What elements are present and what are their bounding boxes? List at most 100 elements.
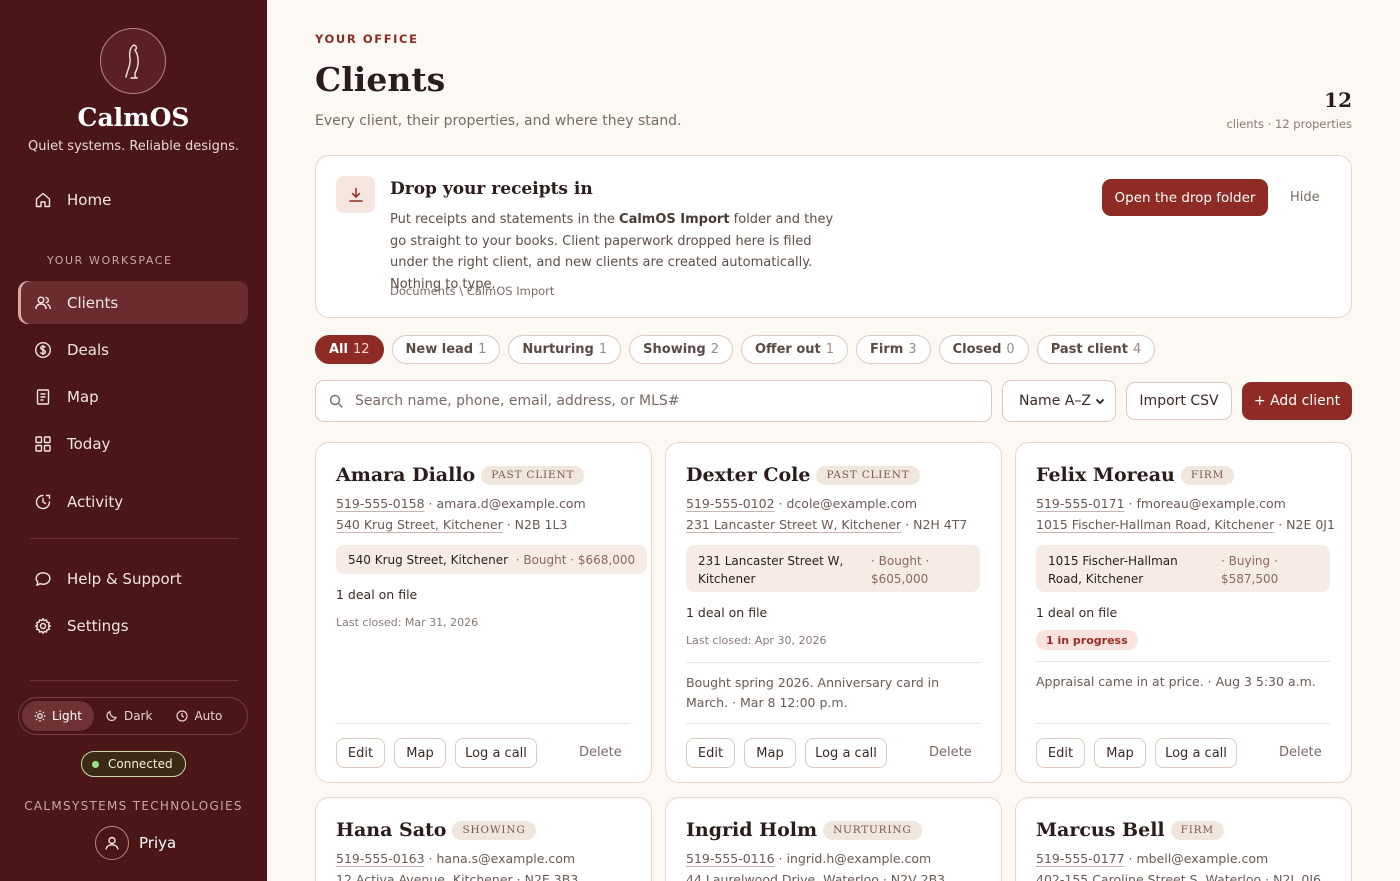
add-client-button[interactable]: + Add client	[1242, 382, 1352, 420]
sidebar-divider	[30, 680, 238, 681]
client-phone-link[interactable]: 519-555-0163	[336, 851, 425, 866]
client-address-link[interactable]: 12 Activa Avenue, Kitchener	[336, 872, 513, 881]
status-label: Connected	[108, 757, 173, 771]
nav-deals[interactable]: Deals	[18, 328, 248, 371]
property-pill[interactable]: 1015 Fischer-Hallman Road, Kitchener · Bu…	[1036, 545, 1330, 592]
filter-showing[interactable]: Showing 2	[629, 335, 733, 364]
home-icon	[34, 191, 52, 209]
theme-auto-button[interactable]: Auto	[164, 701, 234, 731]
page-title: Clients	[315, 60, 446, 99]
theme-dark-button[interactable]: Dark	[94, 701, 164, 731]
open-drop-folder-button[interactable]: Open the drop folder	[1102, 179, 1268, 216]
client-name: Marcus Bell	[1036, 819, 1165, 841]
filter-firm[interactable]: Firm 3	[856, 335, 931, 364]
client-card: Amara Diallo PAST CLIENT 519-555-0158 · a…	[315, 442, 652, 783]
user-menu[interactable]: Priya	[95, 826, 176, 860]
filter-offer-out[interactable]: Offer out 1	[741, 335, 849, 364]
avatar	[95, 826, 129, 860]
client-name: Felix Moreau	[1036, 464, 1175, 486]
grid-icon	[34, 435, 52, 453]
client-postal: N2V 2B3	[890, 872, 946, 881]
property-pill[interactable]: 540 Krug Street, Kitchener · Bought · $6…	[336, 545, 648, 574]
deal-count: 1 deal on file	[686, 605, 768, 620]
client-phone-link[interactable]: 519-555-0116	[686, 851, 775, 866]
client-name: Dexter Cole	[686, 464, 811, 486]
filter-all[interactable]: All 12	[315, 335, 384, 364]
nav-today[interactable]: Today	[18, 422, 248, 465]
theme-toggle: Light Dark Auto	[18, 697, 248, 735]
import-csv-button[interactable]: Import CSV	[1126, 382, 1232, 420]
client-postal: N2B 1L3	[514, 517, 568, 532]
client-postal: N2L 0J6	[1273, 872, 1321, 881]
client-email: hana.s@example.com	[436, 851, 576, 866]
clock-icon	[176, 710, 189, 722]
client-card: Dexter Cole PAST CLIENT 519-555-0102 · dc…	[665, 442, 1002, 783]
search-input[interactable]	[355, 393, 955, 409]
log-call-button[interactable]: Log a call	[1155, 738, 1237, 768]
filter-new-lead[interactable]: New lead 1	[391, 335, 501, 364]
users-icon	[34, 294, 52, 312]
filter-nurturing[interactable]: Nurturing 1	[508, 335, 622, 364]
sidebar-divider	[30, 538, 238, 539]
workspace-label: YOUR WORKSPACE	[47, 254, 173, 267]
edit-button[interactable]: Edit	[1036, 738, 1085, 768]
nav-help[interactable]: Help & Support	[18, 557, 248, 600]
status-badge: NURTURING	[823, 820, 922, 840]
brand-tagline: Quiet systems. Reliable designs.	[27, 139, 239, 154]
client-name: Hana Sato	[336, 819, 447, 841]
client-postal: N2H 4T7	[913, 517, 968, 532]
drop-folder-path: Documents \ CalmOS Import	[390, 284, 555, 298]
client-address-link[interactable]: 231 Lancaster Street W, Kitchener	[686, 517, 901, 532]
client-address-link[interactable]: 402-155 Caroline Street S, Waterloo	[1036, 872, 1261, 881]
drop-description: Put receipts and statements in the CalmO…	[390, 212, 834, 292]
edit-button[interactable]: Edit	[686, 738, 735, 768]
nav-home[interactable]: Home	[18, 178, 248, 221]
theme-light-button[interactable]: Light	[22, 701, 94, 731]
map-button[interactable]: Map	[744, 738, 796, 768]
map-button[interactable]: Map	[394, 738, 446, 768]
client-email: mbell@example.com	[1136, 851, 1269, 866]
latest-note: Bought spring 2026. Anniversary card in …	[686, 675, 940, 710]
client-address-link[interactable]: 540 Krug Street, Kitchener	[336, 517, 503, 532]
client-card: Marcus Bell FIRM 519-555-0177 · mbell@exa…	[1015, 797, 1352, 881]
client-phone-link[interactable]: 519-555-0158	[336, 496, 425, 511]
client-postal: N2E 0J1	[1286, 517, 1335, 532]
user-name: Priya	[139, 834, 177, 852]
client-phone-link[interactable]: 519-555-0171	[1036, 496, 1125, 511]
status-filters: All 12 New lead 1 Nurturing 1 Showing 2 Offe…	[315, 335, 1163, 364]
last-closed: Last closed: Mar 31, 2026	[336, 616, 479, 629]
log-call-button[interactable]: Log a call	[455, 738, 537, 768]
filter-past-client[interactable]: Past client 4	[1036, 335, 1156, 364]
map-button[interactable]: Map	[1094, 738, 1146, 768]
chat-icon	[34, 570, 52, 588]
property-pill[interactable]: 231 Lancaster Street W, Kitchener · Bough…	[686, 545, 980, 592]
delete-button[interactable]: Delete	[929, 745, 972, 760]
card-divider	[686, 723, 980, 724]
nav-map[interactable]: Map	[18, 375, 248, 418]
client-address-link[interactable]: 1015 Fischer-Hallman Road, Kitchener	[1036, 517, 1274, 532]
nav-activity[interactable]: Activity	[18, 480, 248, 523]
book-icon	[34, 388, 52, 406]
nav-settings[interactable]: Settings	[18, 604, 248, 647]
page-eyebrow: YOUR OFFICE	[315, 32, 419, 46]
user-icon	[105, 836, 119, 850]
delete-button[interactable]: Delete	[1279, 745, 1322, 760]
edit-button[interactable]: Edit	[336, 738, 385, 768]
drop-receipts-card: Drop your receipts in Put receipts and s…	[315, 155, 1352, 318]
client-name: Ingrid Holm	[686, 819, 818, 841]
nav-label: Settings	[67, 616, 129, 635]
client-phone-link[interactable]: 519-555-0177	[1036, 851, 1125, 866]
status-badge: FIRM	[1180, 465, 1235, 485]
delete-button[interactable]: Delete	[579, 745, 622, 760]
sort-select[interactable]: Name A–Z	[1002, 380, 1116, 422]
client-address-link[interactable]: 44 Laurelwood Drive, Waterloo	[686, 872, 879, 881]
activity-icon	[34, 493, 52, 511]
filter-closed[interactable]: Closed 0	[938, 335, 1029, 364]
company-name: CALMSYSTEMS TECHNOLOGIES	[24, 799, 243, 813]
log-call-button[interactable]: Log a call	[805, 738, 887, 768]
nav-label: Clients	[67, 293, 119, 312]
hide-drop-card-button[interactable]: Hide	[1290, 190, 1320, 205]
nav-clients[interactable]: Clients	[18, 281, 248, 324]
client-phone-link[interactable]: 519-555-0102	[686, 496, 775, 511]
client-email: fmoreau@example.com	[1136, 496, 1286, 511]
